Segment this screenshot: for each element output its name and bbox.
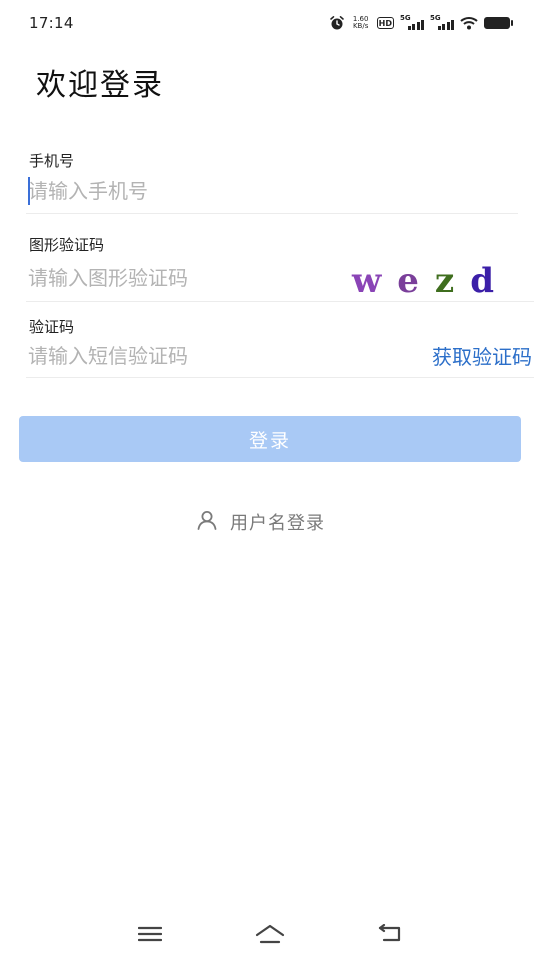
net-speed: 1.60 KB/s — [351, 16, 371, 30]
user-icon — [196, 509, 218, 535]
status-bar: 17:14 1.60 KB/s HD 5G 5G — [0, 0, 540, 46]
captcha-char: z — [434, 261, 455, 301]
signal-icon-2: 5G — [430, 14, 454, 31]
menu-icon[interactable] — [132, 920, 168, 948]
sms-code-input[interactable] — [26, 340, 326, 372]
home-icon[interactable] — [252, 920, 288, 948]
username-login-label: 用户名登录 — [230, 513, 325, 534]
captcha-image[interactable]: w e z d — [352, 255, 524, 299]
captcha-char: d — [470, 261, 495, 301]
status-time: 17:14 — [29, 14, 74, 32]
sms-label: 验证码 — [29, 318, 75, 336]
system-nav-bar — [0, 910, 540, 960]
sms-divider — [26, 377, 534, 378]
captcha-divider — [26, 301, 534, 302]
phone-input[interactable] — [26, 175, 506, 207]
signal-icon: 5G — [400, 14, 424, 31]
net-speed-unit: KB/s — [352, 22, 369, 30]
captcha-char: w — [352, 261, 382, 301]
captcha-label: 图形验证码 — [29, 236, 105, 254]
username-login-link[interactable]: 用户名登录 — [196, 509, 325, 535]
captcha-input[interactable] — [26, 262, 336, 294]
status-icons: 1.60 KB/s HD 5G 5G — [329, 12, 513, 34]
alarm-icon — [329, 15, 345, 31]
phone-label: 手机号 — [29, 152, 75, 170]
back-icon[interactable] — [372, 920, 408, 948]
login-button[interactable]: 登录 — [19, 416, 521, 462]
phone-divider — [26, 213, 518, 214]
page-title: 欢迎登录 — [36, 68, 164, 103]
wifi-icon — [460, 16, 478, 30]
battery-icon — [484, 17, 513, 29]
hd-icon: HD — [376, 17, 394, 29]
text-cursor — [28, 177, 30, 205]
get-code-button[interactable]: 获取验证码 — [432, 341, 532, 370]
captcha-char: e — [397, 261, 419, 301]
